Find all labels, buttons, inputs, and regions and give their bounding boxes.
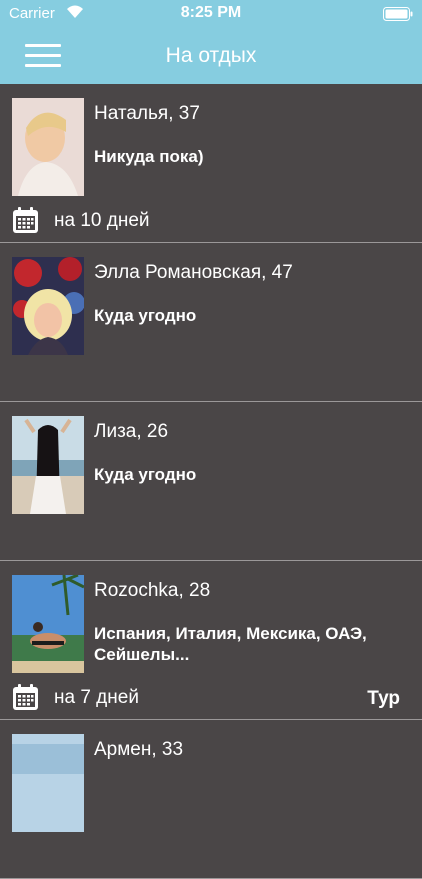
nav-bar: На отдых xyxy=(0,28,422,84)
list-item[interactable]: Элла Романовская, 47 Куда угодно xyxy=(0,243,422,402)
profile-list: Наталья, 37 Никуда пока) на 10 дней Элла… xyxy=(0,84,422,879)
trip-duration: на 10 дней xyxy=(54,210,150,231)
trip-duration: на 7 дней xyxy=(54,687,139,708)
list-item[interactable]: Rozochka, 28 Испания, Италия, Мексика, О… xyxy=(0,561,422,720)
profile-name: Rozochka, 28 xyxy=(94,580,211,601)
list-item[interactable]: Армен, 33 xyxy=(0,720,422,879)
profile-name: Армен, 33 xyxy=(94,739,184,760)
profile-destination: Испания, Италия, Мексика, ОАЭ, Сейшелы..… xyxy=(94,624,367,664)
profile-name: Элла Романовская, 47 xyxy=(94,262,293,283)
status-bar: Carrier 8:25 PM xyxy=(0,0,422,28)
avatar xyxy=(12,416,84,514)
profile-name: Лиза, 26 xyxy=(94,421,169,442)
calendar-icon xyxy=(13,684,38,710)
list-item[interactable]: Наталья, 37 Никуда пока) на 10 дней xyxy=(0,84,422,243)
profile-destination: Куда угодно xyxy=(94,465,197,484)
profile-destination: Куда угодно xyxy=(94,306,197,325)
profile-name: Наталья, 37 xyxy=(94,103,200,124)
status-time: 8:25 PM xyxy=(180,4,242,21)
avatar xyxy=(12,257,84,355)
avatar xyxy=(12,575,84,673)
avatar xyxy=(12,98,84,196)
page-title: На отдых xyxy=(165,44,257,67)
profile-destination: Никуда пока) xyxy=(94,147,204,166)
trip-type-label: Тур xyxy=(367,688,400,709)
avatar xyxy=(12,734,84,832)
battery-icon xyxy=(383,7,413,21)
list-item[interactable]: Лиза, 26 Куда угодно xyxy=(0,402,422,561)
calendar-icon xyxy=(13,207,38,233)
